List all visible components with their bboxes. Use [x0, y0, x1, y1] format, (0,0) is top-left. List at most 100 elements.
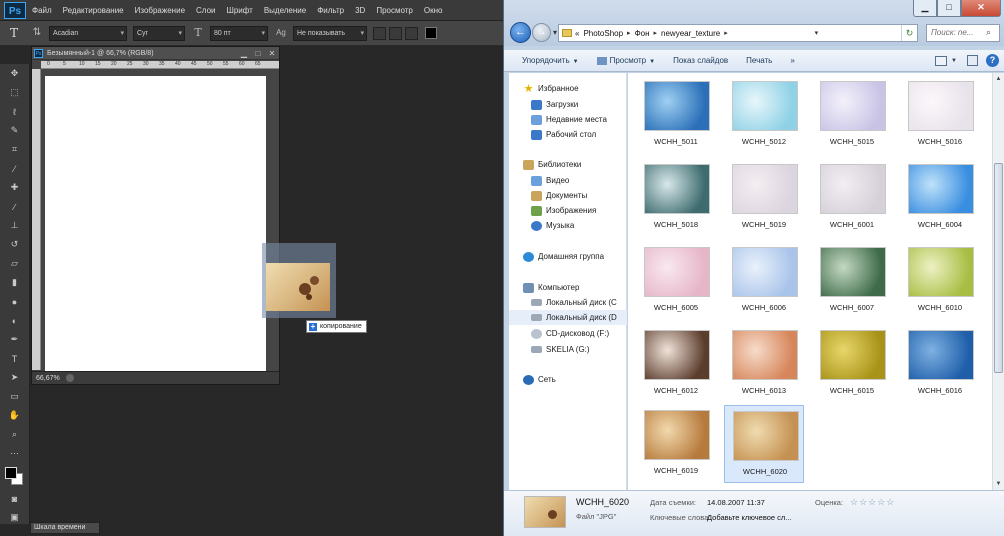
status-menu-icon[interactable] [65, 374, 74, 382]
more-commands-button[interactable]: » [790, 56, 794, 65]
file-thumbnail[interactable]: WCHH_5011 [636, 76, 716, 154]
breadcrumb-newyear[interactable]: newyear_texture [661, 29, 720, 38]
align-right-button[interactable] [405, 26, 418, 40]
align-left-button[interactable] [373, 26, 386, 40]
screen-mode-icon[interactable]: ▣ [0, 508, 29, 527]
color-swatches[interactable] [0, 463, 29, 489]
nav-favorites[interactable]: ★ Избранное [523, 81, 627, 96]
minimize-button[interactable]: ▁ [913, 0, 937, 17]
organize-button[interactable]: Упорядочить ▼ [522, 56, 579, 65]
move-tool-icon[interactable]: ✥ [0, 64, 29, 83]
nav-pictures[interactable]: Изображения [531, 203, 627, 218]
menu-image[interactable]: Изображение [135, 6, 185, 15]
blur-tool-icon[interactable]: ● [0, 292, 29, 311]
orientation-toggle-icon[interactable]: ⇅ [30, 26, 44, 40]
type-tool-sidebar-icon[interactable]: T [0, 349, 29, 368]
file-thumbnail[interactable]: WCHH_6004 [900, 159, 980, 237]
font-style-select[interactable]: Cyr [133, 25, 185, 41]
doc-minimize-button[interactable]: ▁ [237, 49, 251, 58]
align-center-button[interactable] [389, 26, 402, 40]
help-icon[interactable]: ? [986, 54, 999, 67]
file-thumbnail[interactable]: WCHH_5018 [636, 159, 716, 237]
eraser-tool-icon[interactable]: ▱ [0, 254, 29, 273]
more-tools-icon[interactable]: ⋯ [0, 444, 29, 463]
gradient-tool-icon[interactable]: ▮ [0, 273, 29, 292]
back-button[interactable]: ← [510, 22, 531, 43]
print-button[interactable]: Печать [746, 56, 772, 65]
history-brush-tool-icon[interactable]: ↺ [0, 235, 29, 254]
menu-window[interactable]: Окно [424, 6, 443, 15]
file-thumbnail[interactable]: WCHH_6007 [812, 242, 892, 320]
nav-documents[interactable]: Документы [531, 188, 627, 203]
rating-stars-icon[interactable]: ☆☆☆☆☆ [850, 497, 895, 508]
type-tool-icon[interactable]: T [10, 26, 26, 40]
nav-cd-drive[interactable]: CD-дисковод (F:) [531, 326, 627, 341]
shape-tool-icon[interactable]: ▭ [0, 387, 29, 406]
foreground-color-swatch[interactable] [5, 467, 17, 479]
zoom-tool-icon[interactable]: ⌕ [0, 425, 29, 444]
menu-filter[interactable]: Фильтр [317, 6, 344, 15]
menu-layers[interactable]: Слои [196, 6, 215, 15]
file-thumbnail[interactable]: WCHH_5012 [724, 76, 804, 154]
view-dropdown-icon[interactable]: ▼ [951, 58, 957, 64]
details-keywords-value[interactable]: Добавьте ключевое сл... [707, 513, 792, 522]
menu-file[interactable]: Файл [32, 6, 52, 15]
brush-tool-icon[interactable]: ∕ [0, 197, 29, 216]
breadcrumb-overflow[interactable]: « [575, 29, 579, 38]
healing-tool-icon[interactable]: ✚ [0, 178, 29, 197]
eyedropper-tool-icon[interactable]: ⁄ [0, 159, 29, 178]
path-select-tool-icon[interactable]: ➤ [0, 368, 29, 387]
forward-button[interactable]: → [532, 23, 551, 42]
quick-mask-icon[interactable]: ◙ [0, 489, 29, 508]
crop-tool-icon[interactable]: ⌗ [0, 140, 29, 159]
menu-type[interactable]: Шрифт [226, 6, 252, 15]
breadcrumb-sep-icon[interactable]: ▸ [627, 29, 631, 37]
file-thumbnail[interactable]: WCHH_6005 [636, 242, 716, 320]
quick-select-tool-icon[interactable]: ✎ [0, 121, 29, 140]
document-window[interactable]: Ps Безымянный-1 @ 66,7% (RGB/8) ▁ □ ✕ 0 … [31, 46, 280, 385]
timeline-tab[interactable]: Шкала времени [30, 522, 100, 534]
scroll-down-icon[interactable]: ▼ [993, 478, 1004, 490]
nav-music[interactable]: Музыка [531, 218, 627, 233]
dodge-tool-icon[interactable]: ◐ [0, 311, 29, 330]
file-thumbnail[interactable]: WCHH_6016 [900, 325, 980, 403]
nav-computer[interactable]: Компьютер [523, 280, 627, 295]
file-thumbnail[interactable]: WCHH_5019 [724, 159, 804, 237]
nav-disk-d[interactable]: Локальный диск (D [509, 310, 627, 325]
vertical-scrollbar[interactable]: ▲ ▼ [992, 73, 1004, 490]
file-thumbnail[interactable]: WCHH_6010 [900, 242, 980, 320]
file-thumbnail[interactable]: WCHH_5016 [900, 76, 980, 154]
file-thumbnail[interactable]: WCHH_6015 [812, 325, 892, 403]
scroll-up-icon[interactable]: ▲ [993, 73, 1004, 85]
menu-edit[interactable]: Редактирование [63, 6, 124, 15]
menu-3d[interactable]: 3D [355, 6, 365, 15]
font-family-select[interactable]: Acadian [49, 25, 127, 41]
slideshow-button[interactable]: Показ слайдов [673, 56, 728, 65]
file-thumbnail[interactable]: WCHH_6019 [636, 405, 716, 483]
breadcrumb-photoshop[interactable]: PhotoShop [583, 29, 623, 38]
doc-maximize-button[interactable]: □ [251, 49, 265, 58]
nav-network[interactable]: Сеть [523, 372, 627, 387]
document-canvas[interactable] [45, 76, 266, 371]
close-button[interactable]: ✕ [961, 0, 1001, 17]
nav-homegroup[interactable]: Домашняя группа [523, 249, 627, 264]
file-thumbnail[interactable]: WCHH_6020 [724, 405, 804, 483]
hand-tool-icon[interactable]: ✋ [0, 406, 29, 425]
antialias-select[interactable]: Не показывать [293, 25, 367, 41]
nav-disk-c[interactable]: Локальный диск (C [531, 295, 627, 310]
doc-close-button[interactable]: ✕ [265, 49, 279, 58]
refresh-icon[interactable]: ↻ [900, 25, 917, 41]
file-thumbnail[interactable]: WCHH_6012 [636, 325, 716, 403]
breadcrumb-sep-icon[interactable]: ▸ [724, 29, 728, 37]
lasso-tool-icon[interactable]: ℓ [0, 102, 29, 121]
menu-view[interactable]: Просмотр [376, 6, 413, 15]
breadcrumb-sep-icon[interactable]: ▸ [654, 29, 658, 37]
file-thumbnail[interactable]: WCHH_5015 [812, 76, 892, 154]
nav-recent-places[interactable]: Недавние места [531, 112, 627, 127]
file-thumbnail[interactable]: WCHH_6006 [724, 242, 804, 320]
font-size-select[interactable]: 80 пт [210, 25, 268, 41]
search-icon[interactable]: ⌕ [986, 27, 996, 37]
zoom-level[interactable]: 66,67% [36, 375, 60, 382]
nav-skelia[interactable]: SKELIA (G:) [531, 342, 627, 357]
address-bar[interactable]: « PhotoShop ▸ Фон ▸ newyear_texture ▸ ▾ … [558, 24, 918, 42]
